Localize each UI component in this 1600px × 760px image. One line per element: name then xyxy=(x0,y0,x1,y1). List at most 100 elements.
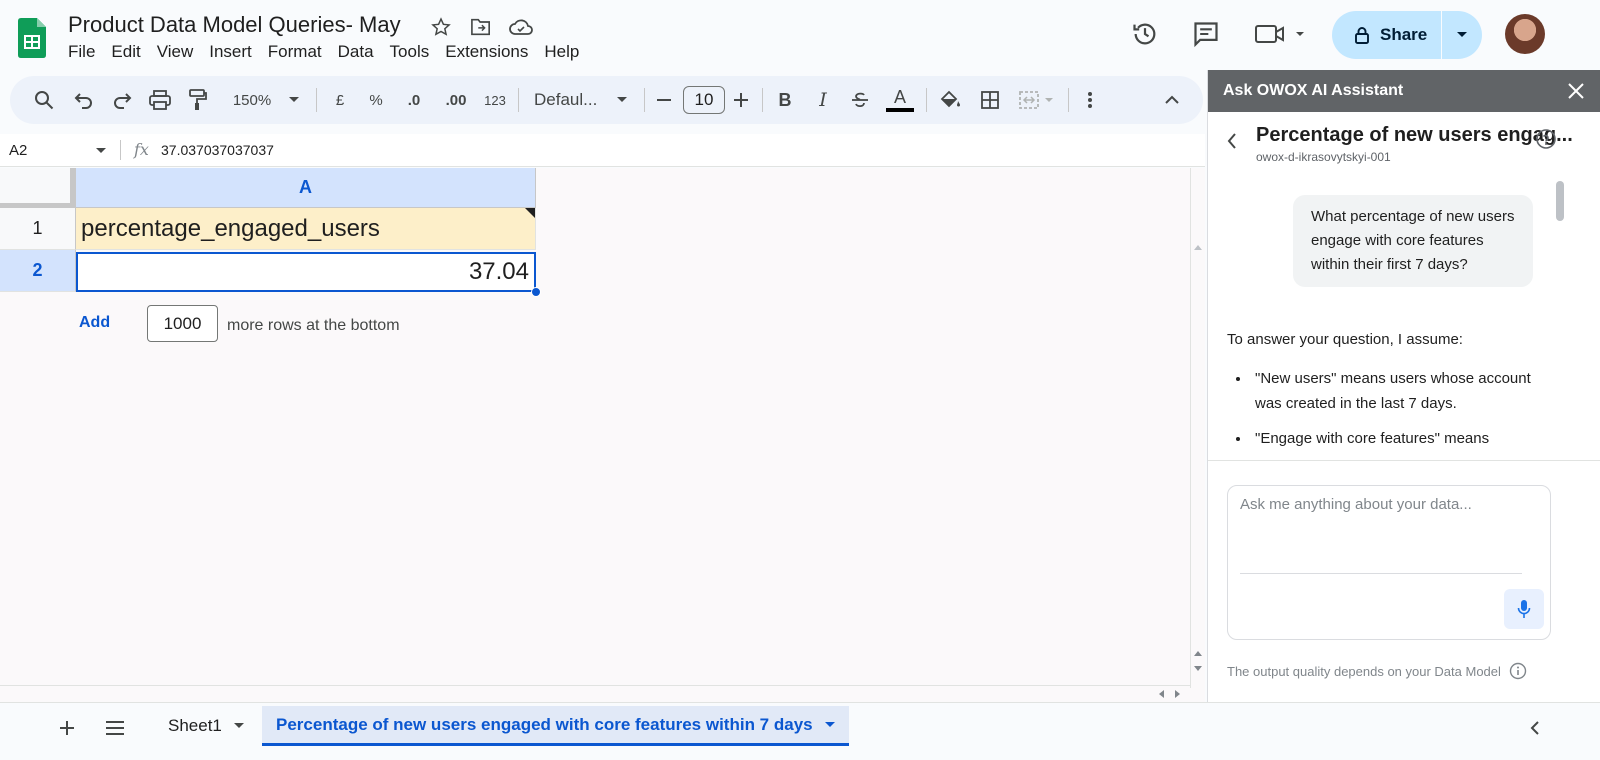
menu-file[interactable]: File xyxy=(60,42,103,62)
sheets-logo-icon[interactable] xyxy=(18,18,46,58)
add-rows-button[interactable]: Add xyxy=(79,314,110,332)
cell-a2[interactable]: 37.04 xyxy=(76,252,536,292)
print-icon[interactable] xyxy=(148,88,172,112)
toolbar-divider xyxy=(518,88,519,112)
title-icons xyxy=(428,14,534,40)
tab-active-sheet[interactable]: Percentage of new users engaged with cor… xyxy=(262,706,849,746)
share-button[interactable]: Share xyxy=(1332,11,1482,59)
font-select[interactable]: Defaul... xyxy=(534,88,606,112)
menu-insert[interactable]: Insert xyxy=(201,42,260,62)
formula-input[interactable]: 37.037037037037 xyxy=(161,142,274,158)
fill-color-icon[interactable] xyxy=(938,88,962,112)
comments-icon[interactable] xyxy=(1190,18,1222,50)
horizontal-scrollbar[interactable] xyxy=(0,685,1190,700)
toolbar-divider xyxy=(762,88,763,112)
avatar[interactable] xyxy=(1505,14,1545,54)
scroll-left-icon[interactable] xyxy=(1158,690,1164,698)
help-icon[interactable] xyxy=(1535,128,1557,150)
decrease-decimal-button[interactable]: .0 xyxy=(400,88,428,112)
zoom-select[interactable]: 150% xyxy=(226,88,278,112)
cloud-saved-icon[interactable] xyxy=(508,14,534,40)
toolbar-divider xyxy=(1068,88,1069,112)
share-main[interactable]: Share xyxy=(1332,11,1442,59)
redo-icon[interactable] xyxy=(110,88,134,112)
info-icon[interactable] xyxy=(1509,662,1527,680)
tab-sheet1[interactable]: Sheet1 xyxy=(154,706,258,746)
name-box[interactable]: A2 xyxy=(9,142,27,159)
note-indicator-icon xyxy=(525,208,535,218)
menu-tools[interactable]: Tools xyxy=(382,42,438,62)
increase-decimal-button[interactable]: .00 xyxy=(440,88,472,112)
star-icon[interactable] xyxy=(428,14,454,40)
bold-button[interactable]: B xyxy=(774,88,796,112)
microphone-button[interactable] xyxy=(1504,589,1544,629)
answer-intro: To answer your question, I assume: xyxy=(1227,331,1463,348)
fx-icon: fx xyxy=(134,140,149,159)
all-sheets-menu-icon[interactable] xyxy=(100,713,130,743)
fill-handle[interactable] xyxy=(531,287,541,297)
side-panel-toggle-icon[interactable] xyxy=(1520,713,1550,743)
scroll-down-icon[interactable] xyxy=(1194,666,1202,672)
project-id: owox-d-ikrasovytskyi-001 xyxy=(1256,150,1391,164)
currency-format-button[interactable]: £ xyxy=(328,88,352,112)
menu-data[interactable]: Data xyxy=(330,42,382,62)
italic-button[interactable]: I xyxy=(812,88,834,112)
row-header-2[interactable]: 2 xyxy=(0,250,76,292)
assumption-item: "New users" means users whose account wa… xyxy=(1251,366,1537,416)
assumption-list: "New users" means users whose account wa… xyxy=(1227,366,1537,451)
close-icon[interactable] xyxy=(1565,80,1587,102)
font-dropdown-icon[interactable] xyxy=(614,88,630,112)
percent-format-button[interactable]: % xyxy=(364,88,388,112)
document-title[interactable]: Product Data Model Queries- May xyxy=(68,12,401,38)
scroll-up-icon[interactable] xyxy=(1194,650,1202,656)
chat-input[interactable]: Ask me anything about your data... xyxy=(1240,496,1522,574)
undo-icon[interactable] xyxy=(72,88,96,112)
menu-bar: File Edit View Insert Format Data Tools … xyxy=(60,42,587,62)
menu-view[interactable]: View xyxy=(149,42,202,62)
tab-dropdown-icon[interactable] xyxy=(233,723,244,729)
cell-a1[interactable]: percentage_engaged_users xyxy=(76,208,536,250)
search-icon[interactable] xyxy=(32,88,56,112)
vertical-scrollbar[interactable] xyxy=(1190,168,1205,688)
text-color-swatch xyxy=(886,108,914,112)
merge-cells-icon[interactable] xyxy=(1016,88,1060,112)
name-box-dropdown-icon[interactable] xyxy=(96,148,106,154)
borders-icon[interactable] xyxy=(978,88,1002,112)
version-history-icon[interactable] xyxy=(1129,18,1161,50)
scroll-right-icon[interactable] xyxy=(1175,690,1181,698)
more-options-icon[interactable] xyxy=(1078,88,1102,112)
select-all-corner[interactable] xyxy=(0,168,76,208)
chat-input-box[interactable]: Ask me anything about your data... xyxy=(1227,485,1551,640)
tab-dropdown-icon[interactable] xyxy=(824,721,835,728)
increase-font-size-icon[interactable] xyxy=(731,88,751,112)
strikethrough-icon[interactable] xyxy=(848,88,872,112)
share-dropdown[interactable] xyxy=(1442,31,1482,39)
back-icon[interactable] xyxy=(1226,132,1238,150)
number-format-button[interactable]: 123 xyxy=(480,88,510,112)
menu-format[interactable]: Format xyxy=(260,42,330,62)
row-header-1[interactable]: 1 xyxy=(0,208,76,250)
menu-extensions[interactable]: Extensions xyxy=(437,42,536,62)
scroll-up-icon[interactable] xyxy=(1194,244,1202,250)
paint-format-icon[interactable] xyxy=(186,88,210,112)
chat-scrollbar-thumb[interactable] xyxy=(1556,181,1564,221)
meet-icon[interactable] xyxy=(1252,18,1308,50)
text-color-button[interactable]: A xyxy=(886,88,914,112)
font-size-input[interactable]: 10 xyxy=(683,86,725,114)
output-quality-note: The output quality depends on your Data … xyxy=(1227,662,1527,680)
add-sheet-icon[interactable] xyxy=(52,713,82,743)
toolbar-divider xyxy=(926,88,927,112)
decrease-font-size-icon[interactable] xyxy=(654,88,674,112)
move-folder-icon[interactable] xyxy=(468,14,494,40)
column-header-a[interactable]: A xyxy=(76,168,536,208)
chat-history[interactable]: What percentage of new users engage with… xyxy=(1208,173,1600,461)
lock-icon xyxy=(1355,27,1369,44)
zoom-dropdown-icon[interactable] xyxy=(286,88,302,112)
menu-help[interactable]: Help xyxy=(536,42,587,62)
collapse-toolbar-icon[interactable] xyxy=(1160,88,1184,112)
formula-divider xyxy=(120,140,121,160)
sheet-grid: A 1 percentage_engaged_users 2 37.04 Add… xyxy=(0,168,1205,705)
tab-active-label: Percentage of new users engaged with cor… xyxy=(276,714,813,734)
add-rows-count-input[interactable]: 1000 xyxy=(147,305,218,342)
menu-edit[interactable]: Edit xyxy=(103,42,148,62)
